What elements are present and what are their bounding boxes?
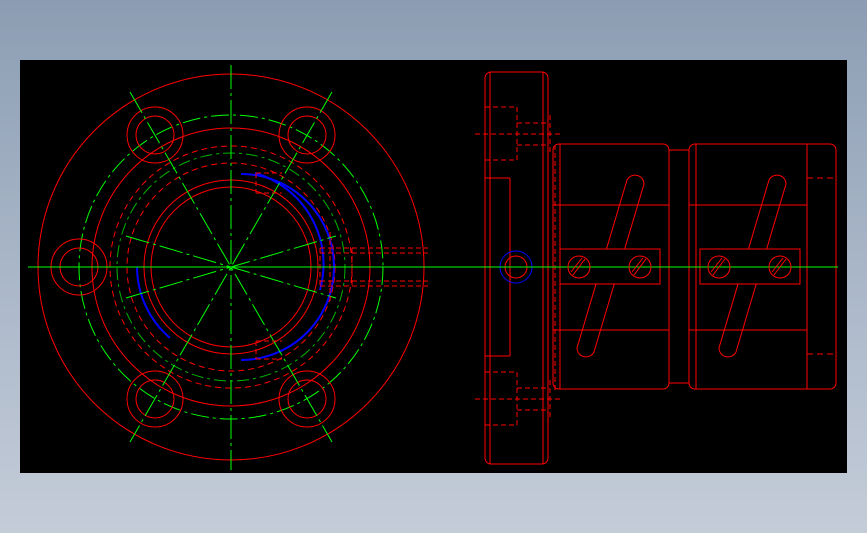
cad-viewport[interactable] [20, 60, 847, 473]
cad-drawing [28, 65, 838, 470]
side-view [28, 71, 838, 465]
nut-end-hidden [807, 177, 837, 355]
thread-arc-right [254, 172, 325, 291]
flange-bolt-hidden-bottom [475, 371, 560, 426]
flange-bolt-hidden-top [475, 106, 560, 161]
side-port-hidden [255, 172, 428, 360]
